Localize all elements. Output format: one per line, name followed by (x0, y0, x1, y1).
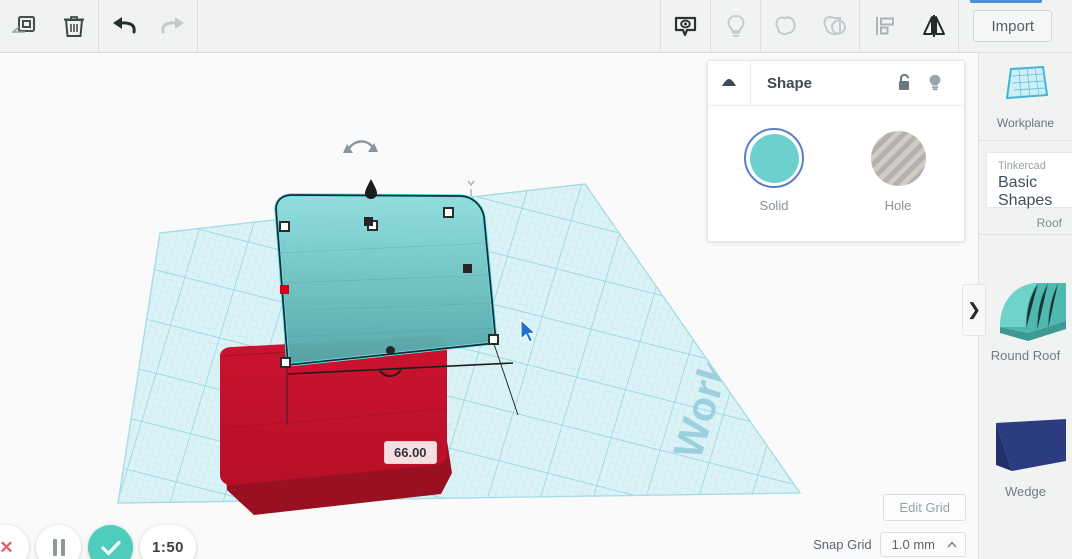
shape-item-wedge[interactable]: Wedge (979, 413, 1072, 499)
pause-button[interactable] (36, 525, 81, 559)
collapse-panel-icon[interactable] (708, 61, 751, 106)
unlock-icon[interactable] (890, 61, 920, 106)
toolbar-divider-7 (958, 0, 960, 53)
workplane-icon (1005, 65, 1048, 100)
snap-grid-select[interactable]: 1.0 mm (879, 532, 966, 557)
lightbulb-icon[interactable] (920, 61, 950, 106)
shape-library-dropdown[interactable]: Tinkercad Basic Shapes (986, 152, 1072, 209)
align-icon[interactable] (860, 0, 909, 53)
resize-handle-corner-br[interactable] (488, 334, 499, 345)
solid-swatch[interactable] (744, 128, 804, 188)
hole-swatch[interactable] (868, 128, 928, 188)
ungroup-icon[interactable] (810, 0, 859, 53)
resize-handle-bottom-mid[interactable] (386, 346, 395, 355)
chevron-right-icon: ❯ (966, 300, 982, 319)
timer-value: 1:50 (151, 539, 185, 556)
lightbulb-icon[interactable] (711, 0, 760, 53)
redo-icon[interactable] (148, 0, 197, 53)
hole-label: Hole (884, 198, 912, 213)
snap-grid-label: Snap Grid (813, 537, 872, 552)
undo-icon[interactable] (99, 0, 148, 53)
resize-handle-corner-tl[interactable] (279, 221, 290, 232)
check-icon (100, 540, 121, 555)
sidebar-divider-2 (979, 234, 1072, 235)
partial-shape-label-row: Roof (979, 217, 1072, 231)
library-value: Basic Shapes (998, 174, 1053, 209)
top-toolbar: Import (0, 0, 1072, 53)
playback-controls: ✕ 1:50 (0, 501, 196, 559)
height-handle-icon (365, 179, 377, 199)
pause-icon (52, 539, 65, 556)
close-button[interactable]: ✕ (0, 525, 29, 559)
top-tab-indicator (970, 0, 1042, 3)
round-roof-icon (999, 282, 1066, 341)
import-button[interactable]: Import (973, 10, 1052, 42)
shape-panel-title: Shape (767, 74, 813, 92)
grid-controls: Edit Grid Snap Grid 1.0 mm (813, 494, 966, 557)
sidebar-collapse-handle[interactable]: ❯ (962, 284, 986, 336)
mouse-cursor (519, 318, 537, 350)
toolbar-gap (198, 0, 660, 53)
partial-shape-label: Roof (1036, 217, 1062, 230)
solid-label: Solid (759, 198, 789, 213)
resize-handle-right[interactable] (463, 264, 472, 273)
snap-grid-value: 1.0 mm (891, 537, 935, 552)
delete-icon[interactable] (49, 0, 98, 53)
wedge-label: Wedge (1005, 484, 1046, 499)
shape-type-options: Solid Hole (708, 106, 964, 213)
shape-panel-header: Shape (708, 61, 964, 106)
shapes-sidebar: Workplane Tinkercad Basic Shapes Roof Ro… (978, 53, 1072, 559)
teal-roof-shape (274, 193, 498, 367)
chevron-up-icon (947, 541, 957, 548)
dimension-label[interactable]: 66.00 (384, 441, 437, 464)
confirm-button[interactable] (88, 525, 133, 559)
snap-grid-row: Snap Grid 1.0 mm (813, 532, 966, 557)
mirror-icon[interactable] (909, 0, 958, 53)
shape-item-round-roof[interactable]: Round Roof (979, 271, 1072, 363)
corner-marker-icon (467, 180, 475, 196)
resize-handle-corner-bl[interactable] (280, 357, 291, 368)
wedge-icon (995, 419, 1066, 471)
resize-handle-corner-tr[interactable] (443, 207, 454, 218)
rotate-handle-top[interactable] (364, 217, 373, 226)
hole-option[interactable]: Hole (858, 128, 938, 213)
close-icon: ✕ (0, 537, 14, 557)
library-category: Tinkercad (998, 160, 1046, 172)
workplane-label: Workplane (996, 116, 1055, 130)
workplane-handle[interactable] (280, 285, 289, 294)
solid-option[interactable]: Solid (734, 128, 814, 213)
edit-grid-button[interactable]: Edit Grid (883, 494, 966, 521)
red-box-shape (219, 336, 452, 515)
workplane-tool[interactable]: Workplane (979, 53, 1072, 130)
tinkercad-app: Import Workplane 66.00 Shape Solid Hole … (0, 0, 1072, 559)
copy-paste-icon[interactable] (0, 0, 49, 53)
timer-display: 1:50 (140, 525, 196, 559)
sidebar-divider-1 (979, 140, 1072, 141)
group-icon[interactable] (761, 0, 810, 53)
rotate-handle-icon (343, 140, 378, 153)
shape-properties-panel: Shape Solid Hole (707, 60, 965, 242)
round-roof-label: Round Roof (990, 348, 1061, 363)
notes-icon[interactable] (661, 0, 710, 53)
